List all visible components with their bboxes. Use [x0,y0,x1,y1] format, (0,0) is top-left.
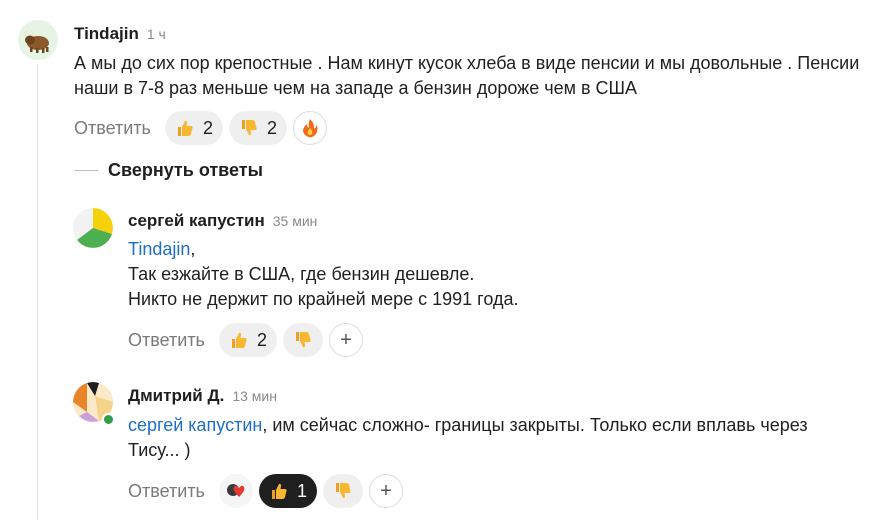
thumbs-up-icon [231,332,247,348]
like-button[interactable]: 2 [164,111,223,145]
comment-line: Так езжайте в США, где бензин дешевле. [128,264,475,284]
yak-icon [24,30,49,53]
mention-link[interactable]: сергей капустин [128,415,262,435]
like-count: 1 [296,480,307,501]
dislike-count: 2 [266,117,277,138]
mention-suffix: , [190,239,196,259]
collapse-replies-label: Свернуть ответы [108,160,263,180]
reply-button[interactable]: Ответить [74,118,151,139]
avatar[interactable] [73,208,113,248]
plus-icon: + [380,480,392,502]
thumbs-up-icon [177,120,193,136]
tricolor-avatar-icon [73,208,113,248]
comment-time: 1 ч [146,26,166,42]
comment-line: Никто не держит по крайней мере с 1991 г… [128,289,519,309]
online-status-dot [102,413,115,426]
plus-icon: + [340,329,352,351]
thumbs-down-icon [335,483,351,499]
comment-meta: сергей капустин 35 мин [128,211,317,231]
dislike-button[interactable]: 2 [228,111,287,145]
author-name[interactable]: сергей капустин [128,211,265,230]
comment-actions: Ответить 1 + [128,474,409,508]
comment-text: Tindajin, Так езжайте в США, где бензин … [128,237,848,312]
fire-icon [302,119,318,138]
thread-line [37,64,38,520]
comment-actions: Ответить 2 + [128,323,369,357]
heart-reaction-button[interactable] [218,474,253,508]
comment-meta: Tindajin 1 ч [74,24,166,44]
thumbs-up-icon [271,483,287,499]
author-name[interactable]: Tindajin [74,24,139,43]
like-count: 2 [256,329,267,350]
collapse-replies-button[interactable]: Свернуть ответы [74,160,263,181]
dislike-button[interactable] [282,323,323,357]
thumbs-down-icon [241,120,257,136]
avatar[interactable] [18,20,58,60]
thumbs-down-icon [295,332,311,348]
heart-icon [226,484,245,497]
dislike-button[interactable] [322,474,363,508]
collapse-divider [74,170,98,171]
like-button-active[interactable]: 1 [258,474,317,508]
fire-reaction-button[interactable] [292,111,327,145]
like-button[interactable]: 2 [218,323,277,357]
comment-text: сергей капустин, им сейчас сложно- грани… [128,413,853,463]
comment-actions: Ответить 2 2 [74,111,333,145]
like-count: 2 [202,117,213,138]
reply-button[interactable]: Ответить [128,481,205,502]
add-reaction-button[interactable]: + [368,474,403,508]
comment-time: 13 мин [232,388,277,404]
mention-link[interactable]: Tindajin [128,239,190,259]
comment-text: А мы до сих пор крепостные . Нам кинут к… [74,53,860,98]
reply-button[interactable]: Ответить [128,330,205,351]
add-reaction-button[interactable]: + [328,323,363,357]
comment-time: 35 мин [272,213,318,229]
comment-meta: Дмитрий Д. 13 мин [128,386,277,406]
author-name[interactable]: Дмитрий Д. [128,386,224,405]
